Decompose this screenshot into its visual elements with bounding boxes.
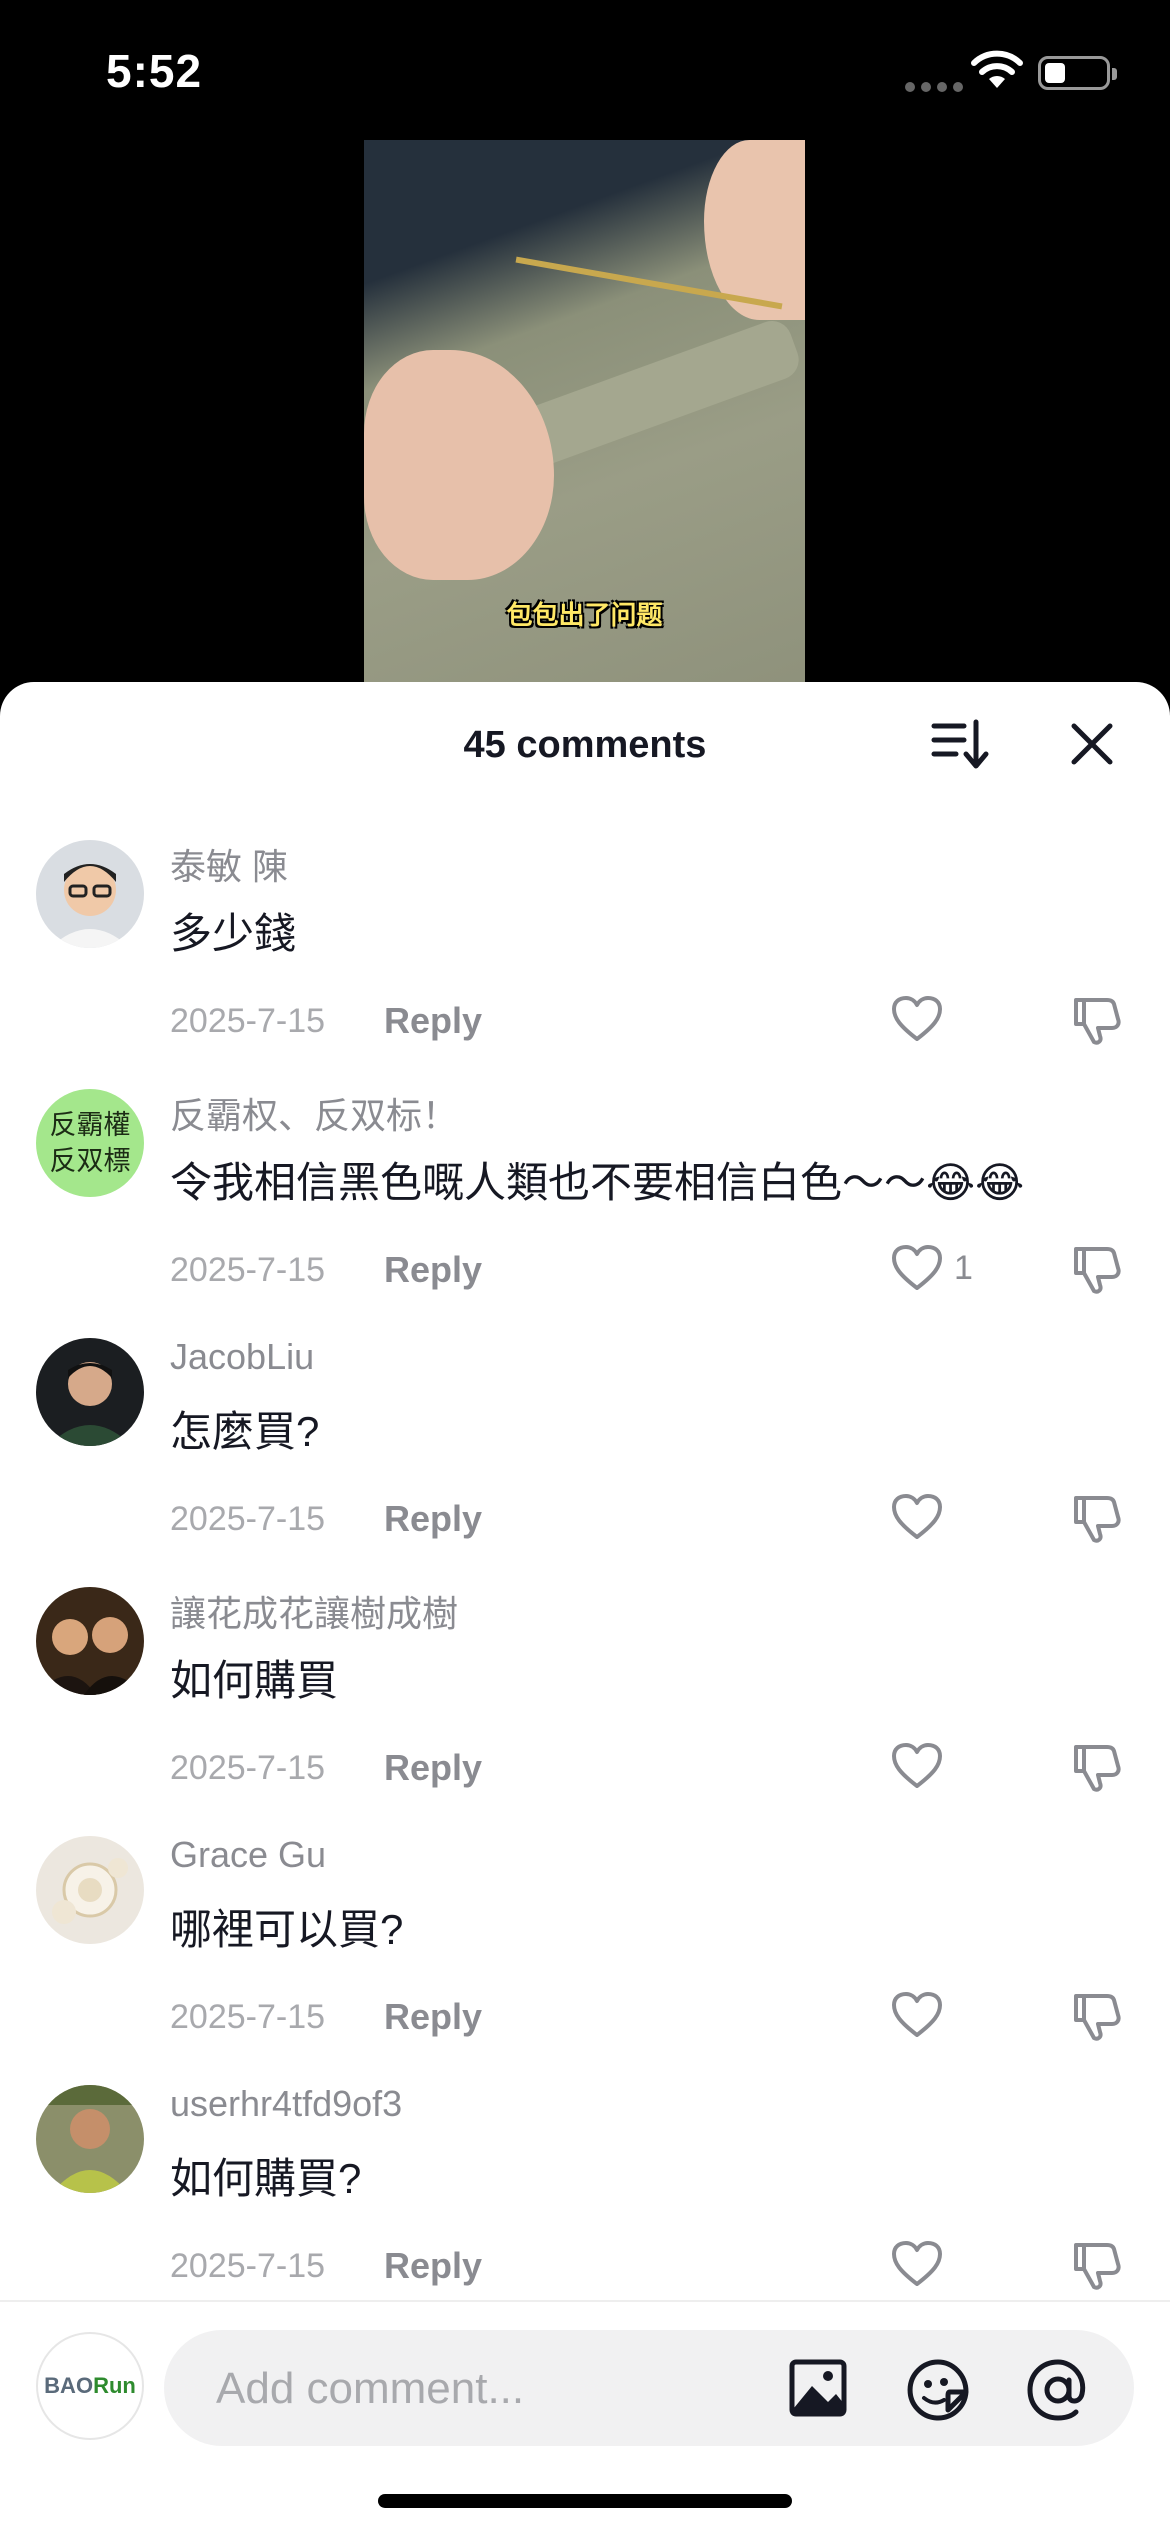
reply-button[interactable]: Reply xyxy=(384,2245,482,2287)
sort-icon[interactable] xyxy=(930,718,990,772)
comment-item: Grace Gu 哪裡可以買? 2025-7-15 Reply xyxy=(0,1828,1170,2077)
comments-header: 45 comments xyxy=(0,682,1170,802)
comment-text: 如何購買? xyxy=(170,2155,362,2202)
emoji-sticker-icon[interactable] xyxy=(906,2358,970,2422)
video-caption: 包包出了问题 xyxy=(506,600,663,630)
like-count: 1 xyxy=(954,1248,973,1287)
comment-text: 令我相信黑色嘅人類也不要相信白色～～😂😂 xyxy=(170,1159,1025,1206)
avatar[interactable] xyxy=(36,1836,144,1944)
avatar[interactable]: 反霸權 反双標 xyxy=(36,1089,144,1197)
comment-date: 2025-7-15 xyxy=(170,2247,326,2285)
like-button[interactable] xyxy=(890,1492,954,1542)
comments-sheet: 45 comments 泰敏 陳 多少錢 2025-7-15 Reply 反霸權… xyxy=(0,682,1170,2532)
avatar[interactable] xyxy=(36,840,144,948)
dislike-icon[interactable] xyxy=(1070,1492,1124,1546)
comment-list: 泰敏 陳 多少錢 2025-7-15 Reply 反霸權 反双標 反霸权、反双标… xyxy=(0,832,1170,2326)
close-icon[interactable] xyxy=(1068,720,1116,768)
like-button[interactable] xyxy=(890,2239,954,2289)
comment-composer: BAO Run xyxy=(0,2300,1170,2532)
comment-username[interactable]: Grace Gu xyxy=(170,1834,326,1876)
comment-input-container[interactable] xyxy=(164,2330,1134,2448)
like-button[interactable] xyxy=(890,1741,954,1791)
heart-icon xyxy=(892,1992,942,2037)
comment-username[interactable]: userhr4tfd9of3 xyxy=(170,2083,402,2125)
comment-username[interactable]: 讓花成花讓樹成樹 xyxy=(170,1585,458,1637)
comment-item: 讓花成花讓樹成樹 如何購買 2025-7-15 Reply xyxy=(0,1579,1170,1828)
home-indicator xyxy=(378,2494,792,2508)
comment-count: 45 comments xyxy=(463,724,707,766)
reply-button[interactable]: Reply xyxy=(384,1498,482,1540)
comment-text: 多少錢 xyxy=(170,910,297,957)
like-button[interactable]: 1 xyxy=(890,1243,973,1293)
dislike-icon[interactable] xyxy=(1070,1243,1124,1297)
reply-button[interactable]: Reply xyxy=(384,1747,482,1789)
comment-text: 如何購買 xyxy=(170,1657,339,1704)
comment-date: 2025-7-15 xyxy=(170,1749,326,1787)
comment-date: 2025-7-15 xyxy=(170,1998,326,2036)
heart-icon xyxy=(892,996,942,1041)
status-time: 5:52 xyxy=(106,45,203,97)
comment-item: 泰敏 陳 多少錢 2025-7-15 Reply xyxy=(0,832,1170,1081)
dislike-icon[interactable] xyxy=(1070,994,1124,1048)
cellular-signal-icon xyxy=(905,82,963,92)
comment-date: 2025-7-15 xyxy=(170,1002,326,1040)
heart-icon xyxy=(892,1245,942,1290)
heart-icon xyxy=(892,1743,942,1788)
comment-date: 2025-7-15 xyxy=(170,1500,326,1538)
comment-username[interactable]: JacobLiu xyxy=(170,1336,314,1378)
mention-icon[interactable] xyxy=(1026,2358,1090,2422)
comment-date: 2025-7-15 xyxy=(170,1251,326,1289)
dislike-icon[interactable] xyxy=(1070,1741,1124,1795)
image-icon[interactable] xyxy=(788,2358,848,2418)
like-button[interactable] xyxy=(890,994,954,1044)
comment-username[interactable]: 反霸权、反双标！ xyxy=(170,1087,458,1139)
wifi-icon xyxy=(971,50,1023,88)
comment-item: userhr4tfd9of3 如何購買? 2025-7-15 Reply xyxy=(0,2077,1170,2326)
comment-text: 怎麼買? xyxy=(170,1408,320,1455)
avatar[interactable] xyxy=(36,1338,144,1446)
comment-item: 反霸權 反双標 反霸权、反双标！ 令我相信黑色嘅人類也不要相信白色～～😂😂 20… xyxy=(0,1081,1170,1330)
reply-button[interactable]: Reply xyxy=(384,1996,482,2038)
status-bar: 5:52 xyxy=(0,0,1170,140)
like-button[interactable] xyxy=(890,1990,954,2040)
comment-username[interactable]: 泰敏 陳 xyxy=(170,838,288,890)
reply-button[interactable]: Reply xyxy=(384,1249,482,1291)
battery-icon xyxy=(1038,56,1117,90)
avatar[interactable] xyxy=(36,1587,144,1695)
my-avatar[interactable]: BAO Run xyxy=(36,2332,144,2440)
comment-item: JacobLiu 怎麼買? 2025-7-15 Reply xyxy=(0,1330,1170,1579)
dislike-icon[interactable] xyxy=(1070,1990,1124,2044)
heart-icon xyxy=(892,2241,942,2286)
avatar[interactable] xyxy=(36,2085,144,2193)
comment-text: 哪裡可以買? xyxy=(170,1906,404,1953)
dislike-icon[interactable] xyxy=(1070,2239,1124,2293)
heart-icon xyxy=(892,1494,942,1539)
comment-input[interactable] xyxy=(214,2330,778,2448)
video-player[interactable]: 包包出了问题 xyxy=(364,140,805,700)
reply-button[interactable]: Reply xyxy=(384,1000,482,1042)
